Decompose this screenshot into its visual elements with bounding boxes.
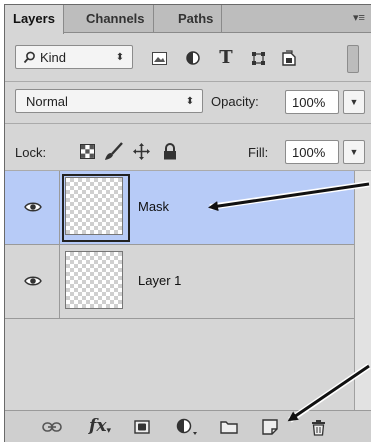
trash-icon[interactable]	[309, 417, 327, 437]
tab-bar: Layers Channels Paths ▾≡	[5, 5, 371, 34]
fx-icon[interactable]: fx ▾	[85, 415, 115, 437]
opacity-label: Opacity:	[211, 94, 259, 109]
lock-all-icon[interactable]	[161, 141, 179, 161]
lock-label: Lock:	[15, 145, 47, 160]
lock-transparent-icon[interactable]	[79, 143, 95, 159]
type-filter-icon[interactable]: T	[217, 47, 235, 68]
lock-image-icon[interactable]	[103, 141, 123, 161]
chevron-down-icon: ▼	[349, 147, 359, 157]
tab-layers-label: Layers	[13, 11, 55, 26]
link-icon[interactable]	[41, 419, 63, 435]
filter-toggle-switch[interactable]	[347, 45, 359, 73]
chevron-down-icon: ▼	[349, 97, 359, 107]
layer-name[interactable]: Mask	[138, 199, 169, 214]
opacity-dropdown-button[interactable]: ▼	[343, 90, 365, 114]
tab-paths[interactable]: Paths	[170, 5, 223, 33]
eye-icon	[23, 274, 43, 288]
tab-layers[interactable]: Layers	[5, 5, 64, 34]
layer-thumbnail[interactable]	[65, 177, 123, 235]
tab-channels-label: Channels	[86, 11, 145, 26]
lock-position-icon[interactable]	[131, 141, 151, 161]
layer-thumbnail[interactable]	[65, 251, 123, 309]
layers-panel: Layers Channels Paths ▾≡ Kind ⬍ T Normal…	[4, 4, 371, 442]
divider	[5, 123, 371, 124]
layer-row-mask[interactable]: Mask	[5, 171, 354, 245]
image-filter-icon[interactable]	[151, 51, 167, 65]
tab-channels[interactable]: Channels	[78, 5, 154, 33]
fill-field[interactable]: 100%	[285, 140, 339, 164]
layers-list: Mask Layer 1	[5, 171, 354, 410]
visibility-toggle[interactable]	[5, 171, 60, 244]
mask-icon[interactable]	[133, 419, 151, 435]
updown-arrow-icon: ⬍	[115, 51, 125, 63]
folder-icon[interactable]	[219, 419, 239, 435]
panel-menu-icon[interactable]: ▾≡	[352, 12, 366, 24]
fill-label: Fill:	[248, 145, 269, 160]
visibility-toggle[interactable]	[5, 245, 60, 318]
fill-value: 100%	[292, 145, 326, 160]
shape-filter-icon[interactable]	[250, 50, 266, 66]
tab-paths-label: Paths	[178, 11, 214, 26]
blend-mode-select[interactable]: Normal ⬍	[15, 89, 203, 113]
bottom-toolbar: fx ▾	[5, 410, 371, 442]
opacity-field[interactable]: 100%	[285, 90, 339, 114]
blend-mode-value: Normal	[26, 94, 68, 109]
eye-icon	[23, 200, 43, 214]
filter-kind-label: Kind	[40, 50, 67, 65]
divider	[5, 81, 371, 82]
layers-scrollbar[interactable]	[354, 171, 371, 410]
search-icon	[22, 50, 36, 64]
layer-row-layer-1[interactable]: Layer 1	[5, 245, 354, 319]
layer-name[interactable]: Layer 1	[138, 273, 181, 288]
fill-dropdown-button[interactable]: ▼	[343, 140, 365, 164]
updown-arrow-icon: ⬍	[185, 95, 195, 107]
adjustment-filter-icon[interactable]	[185, 50, 201, 66]
adjustment-layer-icon[interactable]	[173, 417, 201, 437]
smart-object-filter-icon[interactable]	[281, 49, 297, 66]
new-layer-icon[interactable]	[261, 418, 279, 436]
opacity-value: 100%	[292, 95, 326, 110]
filter-kind-select[interactable]: Kind ⬍	[15, 45, 133, 69]
